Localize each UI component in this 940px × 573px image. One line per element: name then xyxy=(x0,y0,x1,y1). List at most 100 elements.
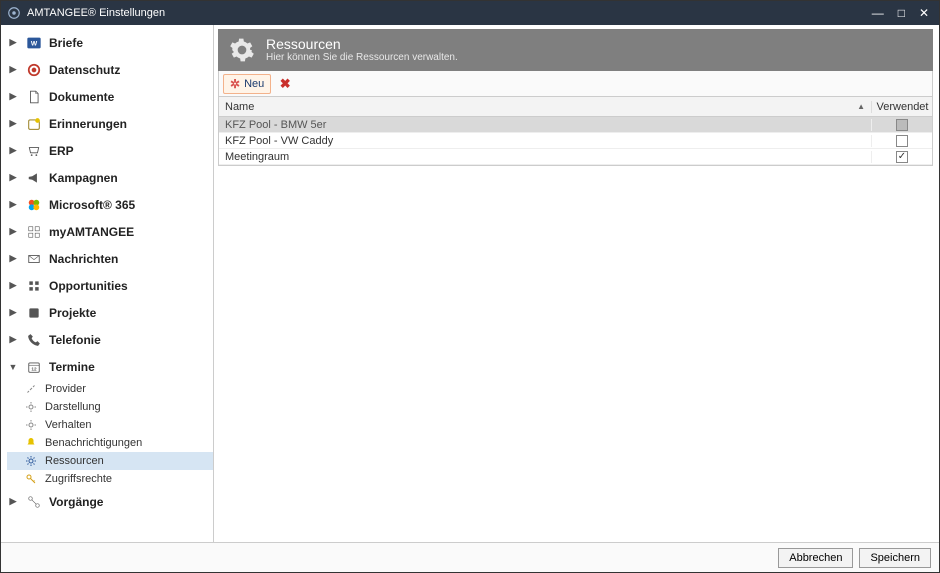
chevron-right-icon: ▶ xyxy=(7,307,19,318)
gear-small-icon xyxy=(23,399,39,415)
cell-name: Meetingraum xyxy=(219,151,872,163)
sidebar-item-label: Termine xyxy=(49,360,207,374)
minimize-button[interactable]: — xyxy=(872,7,884,19)
sidebar-subitem-label: Ressourcen xyxy=(45,455,104,467)
checkbox[interactable] xyxy=(896,135,908,147)
sidebar-item-label: myAMTANGEE xyxy=(49,225,207,239)
sidebar-item-termine[interactable]: ▼ 12 Termine xyxy=(7,353,213,380)
word-icon: W xyxy=(25,34,43,52)
sidebar-item-label: Nachrichten xyxy=(49,252,207,266)
gear-small-icon xyxy=(23,417,39,433)
new-button[interactable]: ✲ Neu xyxy=(223,74,271,94)
svg-text:12: 12 xyxy=(31,366,37,371)
sidebar-item-vorg-nge[interactable]: ▶ Vorgänge xyxy=(7,488,213,515)
sidebar-subitem-label: Benachrichtigungen xyxy=(45,437,142,449)
resource-grid: Name ▲ Verwendet KFZ Pool - BMW 5erKFZ P… xyxy=(218,97,933,166)
table-row[interactable]: KFZ Pool - BMW 5er xyxy=(219,117,932,133)
sidebar-item-dokumente[interactable]: ▶ Dokumente xyxy=(7,83,213,110)
app-icon xyxy=(7,6,21,20)
grid-header: Name ▲ Verwendet xyxy=(219,97,932,117)
sidebar-item-label: Dokumente xyxy=(49,90,207,104)
sidebar-subitem-benachrichtigungen[interactable]: Benachrichtigungen xyxy=(7,434,213,452)
sidebar-item-projekte[interactable]: ▶ Projekte xyxy=(7,299,213,326)
chevron-right-icon: ▶ xyxy=(7,199,19,210)
svg-text:W: W xyxy=(31,40,38,47)
dashboard-icon xyxy=(25,223,43,241)
sidebar-item-kampagnen[interactable]: ▶Kampagnen xyxy=(7,164,213,191)
sidebar-subitem-label: Verhalten xyxy=(45,419,91,431)
mail-icon xyxy=(25,250,43,268)
bell-icon xyxy=(23,435,39,451)
sidebar-item-opportunities[interactable]: ▶ Opportunities xyxy=(7,272,213,299)
chevron-right-icon: ▶ xyxy=(7,334,19,345)
sidebar-item-label: Erinnerungen xyxy=(49,117,207,131)
new-button-label: Neu xyxy=(244,78,264,90)
chevron-right-icon: ▶ xyxy=(7,64,19,75)
sidebar-item-label: Opportunities xyxy=(49,279,207,293)
link-icon xyxy=(23,381,39,397)
delete-button[interactable]: ✖ xyxy=(275,74,295,94)
sidebar-item-erp[interactable]: ▶ ERP xyxy=(7,137,213,164)
table-row[interactable]: Meetingraum xyxy=(219,149,932,165)
column-header-name[interactable]: Name ▲ xyxy=(219,101,872,113)
window-title: AMTANGEE® Einstellungen xyxy=(27,7,872,19)
cell-used xyxy=(872,135,932,147)
megaphone-icon xyxy=(25,169,43,187)
cancel-button[interactable]: Abbrechen xyxy=(778,548,853,568)
maximize-button[interactable]: □ xyxy=(898,7,905,19)
save-button[interactable]: Speichern xyxy=(859,548,931,568)
phone-icon xyxy=(25,331,43,349)
chevron-right-icon: ▶ xyxy=(7,172,19,183)
sidebar-subitem-provider[interactable]: Provider xyxy=(7,380,213,398)
content-subtitle: Hier können Sie die Ressourcen verwalten… xyxy=(266,52,458,64)
sidebar-item-microsoft-365[interactable]: ▶Microsoft® 365 xyxy=(7,191,213,218)
content-title: Ressourcen xyxy=(266,36,458,53)
project-icon xyxy=(25,304,43,322)
cell-used xyxy=(872,151,932,163)
gear-blue-icon xyxy=(23,453,39,469)
sidebar-subitem-verhalten[interactable]: Verhalten xyxy=(7,416,213,434)
chevron-right-icon: ▶ xyxy=(7,118,19,129)
chevron-right-icon: ▶ xyxy=(7,253,19,264)
chevron-down-icon: ▼ xyxy=(7,362,19,372)
sidebar-item-nachrichten[interactable]: ▶ Nachrichten xyxy=(7,245,213,272)
sidebar-item-label: Telefonie xyxy=(49,333,207,347)
sidebar-subitem-darstellung[interactable]: Darstellung xyxy=(7,398,213,416)
sidebar-item-datenschutz[interactable]: ▶ Datenschutz xyxy=(7,56,213,83)
sidebar-item-label: Datenschutz xyxy=(49,63,207,77)
sidebar-item-erinnerungen[interactable]: ▶ Erinnerungen xyxy=(7,110,213,137)
cart-icon xyxy=(25,142,43,160)
sidebar-subitem-label: Zugriffsrechte xyxy=(45,473,112,485)
checkbox[interactable] xyxy=(896,151,908,163)
chevron-right-icon: ▶ xyxy=(7,91,19,102)
cell-used xyxy=(872,119,932,131)
settings-window: AMTANGEE® Einstellungen — □ ✕ ▶ W Briefe ▶ D… xyxy=(0,0,940,573)
sidebar-item-label: Briefe xyxy=(49,36,207,50)
sort-indicator-icon: ▲ xyxy=(857,102,865,111)
checkbox[interactable] xyxy=(896,119,908,131)
sidebar-subitem-ressourcen[interactable]: Ressourcen xyxy=(7,452,213,470)
plus-gear-icon: ✲ xyxy=(230,77,240,91)
sidebar-item-myamtangee[interactable]: ▶myAMTANGEE xyxy=(7,218,213,245)
sidebar-subitem-zugriffsrechte[interactable]: Zugriffsrechte xyxy=(7,470,213,488)
toolbar: ✲ Neu ✖ xyxy=(218,71,933,97)
document-icon xyxy=(25,88,43,106)
sidebar-item-label: Vorgänge xyxy=(49,495,207,509)
sidebar-item-label: ERP xyxy=(49,144,207,158)
sidebar-item-briefe[interactable]: ▶ W Briefe xyxy=(7,29,213,56)
content-pane: Ressourcen Hier können Sie die Ressource… xyxy=(214,25,939,542)
titlebar: AMTANGEE® Einstellungen — □ ✕ xyxy=(1,1,939,25)
workflow-icon xyxy=(25,493,43,511)
chevron-right-icon: ▶ xyxy=(7,145,19,156)
sidebar-item-label: Projekte xyxy=(49,306,207,320)
column-header-used[interactable]: Verwendet xyxy=(872,101,932,113)
chevron-right-icon: ▶ xyxy=(7,280,19,291)
record-icon xyxy=(25,61,43,79)
close-button[interactable]: ✕ xyxy=(919,7,929,19)
sidebar-item-telefonie[interactable]: ▶ Telefonie xyxy=(7,326,213,353)
chevron-right-icon: ▶ xyxy=(7,37,19,48)
table-row[interactable]: KFZ Pool - VW Caddy xyxy=(219,133,932,149)
chevron-right-icon: ▶ xyxy=(7,496,19,507)
sidebar-subitem-label: Provider xyxy=(45,383,86,395)
gear-icon xyxy=(228,36,256,64)
